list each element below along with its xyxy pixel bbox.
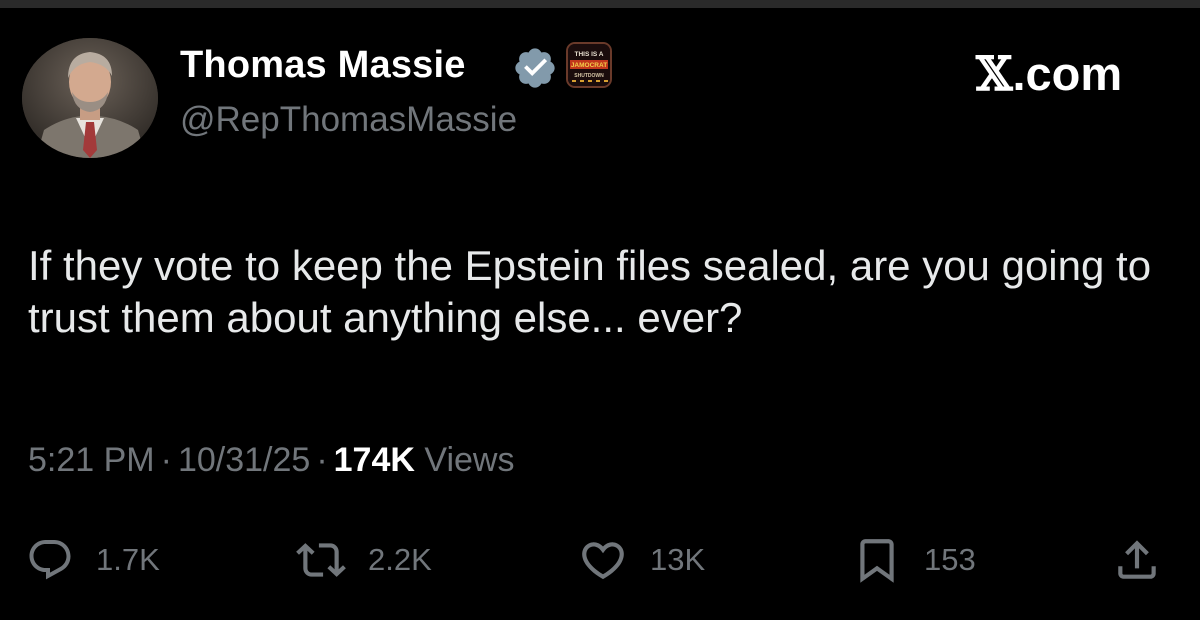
share-icon: [1118, 540, 1156, 579]
share-button[interactable]: [1112, 530, 1162, 590]
tweet-date[interactable]: 10/31/25: [178, 441, 310, 479]
heart-icon: [582, 542, 624, 580]
author-avatar[interactable]: [22, 38, 158, 158]
bookmark-icon: [860, 539, 894, 583]
meta-separator: ·: [160, 441, 172, 479]
brand-watermark: 𝕏.com: [976, 46, 1122, 102]
views-label[interactable]: Views: [424, 441, 514, 479]
affiliate-label-badge[interactable]: THIS IS A JAMOCRAT SHUTDOWN: [566, 42, 612, 88]
repost-button[interactable]: 2.2K: [296, 530, 432, 590]
badge-line-3: SHUTDOWN: [574, 73, 604, 79]
tweet-time[interactable]: 5:21 PM: [28, 441, 155, 479]
author-handle[interactable]: @RepThomasMassie: [180, 100, 517, 140]
verified-badge-icon[interactable]: [512, 45, 558, 91]
reply-count: 1.7K: [96, 542, 160, 577]
tweet-meta: 5:21 PM · 10/31/25 · 174K Views: [28, 441, 514, 480]
tweet-text: If they vote to keep the Epstein files s…: [28, 242, 1152, 341]
like-count: 13K: [650, 542, 706, 577]
like-button[interactable]: 13K: [578, 530, 705, 590]
bookmark-count: 153: [924, 542, 976, 577]
reply-button[interactable]: 1.7K: [26, 530, 160, 590]
badge-line-2: JAMOCRAT: [571, 62, 607, 69]
author-display-name[interactable]: Thomas Massie: [180, 44, 466, 87]
badge-line-1: THIS IS A: [574, 51, 603, 58]
top-strip: [0, 0, 1200, 8]
brand-suffix: .com: [1012, 47, 1123, 100]
bookmark-button[interactable]: 153: [852, 530, 976, 590]
repost-icon: [296, 543, 346, 577]
x-logo-icon: 𝕏: [976, 47, 1013, 102]
meta-separator: ·: [316, 441, 328, 479]
views-count[interactable]: 174K: [334, 441, 415, 479]
repost-count: 2.2K: [368, 542, 432, 577]
reply-icon: [29, 540, 71, 580]
